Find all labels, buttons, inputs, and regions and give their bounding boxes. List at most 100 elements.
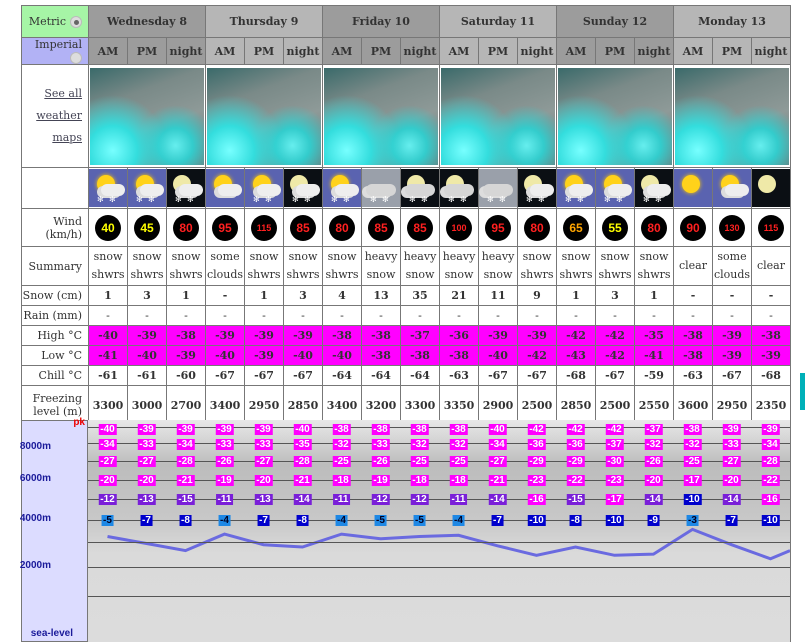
- altitude-temp-label: -33: [215, 439, 234, 450]
- altitude-temp-label: -20: [98, 475, 117, 486]
- period-label: PM: [604, 44, 626, 58]
- period-header: night: [166, 37, 206, 65]
- freezing-value: 3600: [677, 398, 709, 412]
- summary-text: clear: [756, 259, 785, 272]
- altitude-temp-label: -11: [215, 494, 234, 505]
- high-temp-cell: -38: [322, 325, 362, 346]
- period-label: night: [520, 44, 554, 58]
- label-text: Freezing: [32, 392, 82, 405]
- chill-cell-value: -61: [98, 369, 118, 382]
- altitude-temp-label: -17: [683, 475, 702, 486]
- maps-link-cell: See all weather maps: [21, 64, 89, 168]
- see-all-maps-link[interactable]: See all weather maps: [36, 87, 82, 144]
- period-label: AM: [214, 44, 236, 58]
- altitude-temp-label: -7: [491, 515, 504, 526]
- wind-cell: 95: [205, 208, 245, 247]
- weather-map[interactable]: [556, 64, 674, 168]
- high-temp-cell-value: -39: [488, 329, 508, 342]
- altitude-temp-label: -13: [137, 494, 156, 505]
- weather-map-image[interactable]: [558, 67, 672, 165]
- chill-cell: -63: [673, 365, 713, 386]
- weather-map-image[interactable]: [441, 67, 555, 165]
- altitude-temp-label: -20: [137, 475, 156, 486]
- altitude-temp-label: -21: [176, 475, 195, 486]
- label-text: High °C: [37, 329, 82, 342]
- rain-cell-value: -: [652, 309, 656, 322]
- snow-cell: 1: [88, 285, 128, 306]
- freezing-value: 2900: [482, 398, 514, 412]
- wind-speed-badge: 90: [680, 214, 706, 241]
- freezing-cell: 3300: [88, 385, 128, 425]
- altitude-temp-label: -16: [527, 494, 546, 505]
- low-temp-cell: -39: [712, 345, 752, 366]
- altitude-temp-label: -12: [98, 494, 117, 505]
- y-tick-label: 8000m: [19, 441, 51, 452]
- summary-cell: heavy snow: [439, 246, 479, 286]
- link-text[interactable]: See all: [44, 87, 82, 100]
- weather-map[interactable]: [88, 64, 206, 168]
- altitude-temp-label: -3: [686, 515, 699, 526]
- snow-showers-day-icon: ✻ ✻: [596, 169, 634, 207]
- rain-cell-value: -: [106, 309, 110, 322]
- period-header: night: [751, 37, 791, 65]
- side-scroll-tab[interactable]: [800, 373, 805, 410]
- weather-map-image[interactable]: [324, 67, 438, 165]
- chill-cell: -59: [634, 365, 674, 386]
- rain-cell-value: -: [223, 309, 227, 322]
- weather-map-image[interactable]: [90, 67, 204, 165]
- snow-cell-value: 21: [451, 289, 467, 302]
- period-label: night: [403, 44, 437, 58]
- altitude-temp-label: -15: [566, 494, 585, 505]
- weather-icon-cell: ✻ ✻: [244, 167, 284, 209]
- high-temp-cell: -37: [400, 325, 440, 346]
- wind-cell: 100: [439, 208, 479, 247]
- imperial-radio[interactable]: [70, 52, 82, 64]
- rain-cell: -: [439, 305, 479, 326]
- weather-map-image[interactable]: [207, 67, 321, 165]
- snow-cell: 11: [478, 285, 518, 306]
- freezing-value: 3300: [404, 398, 436, 412]
- weather-map[interactable]: [673, 64, 791, 168]
- wind-cell: 85: [400, 208, 440, 247]
- weather-icon-cell: ✻ ✻: [595, 167, 635, 209]
- wind-cell: 65: [556, 208, 596, 247]
- weather-icon-cell: ✻ ✻: [400, 167, 440, 209]
- altitude-temp-label: -21: [293, 475, 312, 486]
- wind-speed-badge: 80: [329, 214, 355, 241]
- summary-cell: snow shwrs: [517, 246, 557, 286]
- weather-map[interactable]: [205, 64, 323, 168]
- high-temp-cell: -42: [595, 325, 635, 346]
- period-label: PM: [487, 44, 509, 58]
- summary-text: heavy: [442, 250, 476, 263]
- weather-map[interactable]: [322, 64, 440, 168]
- weather-icon-cell: ✻ ✻: [88, 167, 128, 209]
- rain-cell-value: -: [574, 309, 578, 322]
- period-label: AM: [448, 44, 470, 58]
- high-temp-cell: -40: [88, 325, 128, 346]
- chill-cell: -67: [205, 365, 245, 386]
- snow-cell: -: [751, 285, 791, 306]
- metric-option[interactable]: Metric: [21, 5, 89, 38]
- day-name: Sunday 12: [582, 15, 648, 28]
- weather-map-image[interactable]: [675, 67, 789, 165]
- imperial-option[interactable]: Imperial: [21, 37, 89, 65]
- altitude-temp-label: -12: [410, 494, 429, 505]
- link-text[interactable]: weather: [36, 109, 82, 122]
- label-text: Rain (mm): [23, 309, 82, 322]
- weather-icon-cell: ✻ ✻: [439, 167, 479, 209]
- heavy-snow-night-icon: ✻ ✻: [440, 169, 478, 207]
- altitude-temp-label: -38: [371, 424, 390, 435]
- metric-radio[interactable]: [70, 16, 82, 28]
- altitude-temp-label: -10: [761, 515, 780, 526]
- weather-icon-cell: [712, 167, 752, 209]
- period-label: PM: [136, 44, 158, 58]
- low-temp-cell-value: -40: [488, 349, 508, 362]
- wind-cell: 115: [244, 208, 284, 247]
- high-temp-cell-value: -40: [98, 329, 118, 342]
- forecast-table: Metric Wednesday 8 Thursday 9 Friday 10 Satu…: [21, 5, 791, 425]
- chill-cell-value: -68: [761, 369, 781, 382]
- low-temp-cell: -41: [88, 345, 128, 366]
- summary-text: shwrs: [520, 268, 554, 281]
- link-text[interactable]: maps: [52, 131, 82, 144]
- weather-map[interactable]: [439, 64, 557, 168]
